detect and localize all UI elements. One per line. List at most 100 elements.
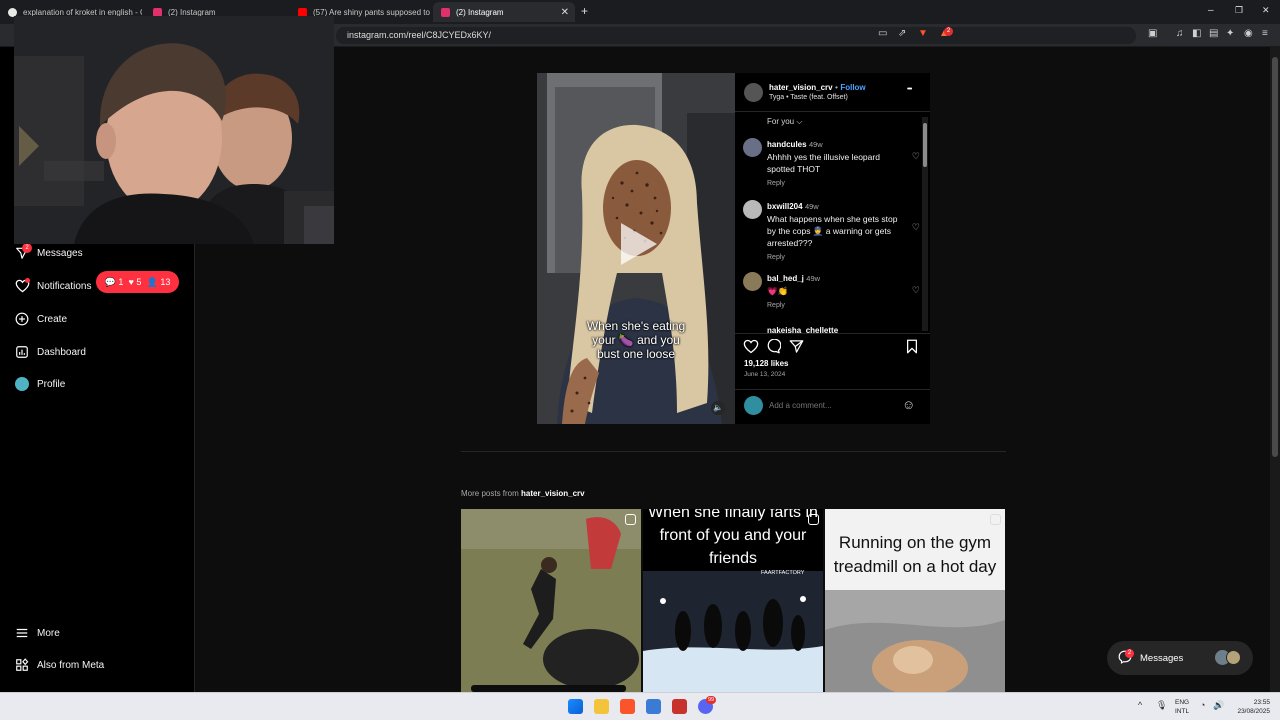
more-post-thumb[interactable]: Running on the gym treadmill on a hot da…: [825, 509, 1005, 692]
comment-count-value: 1: [118, 276, 124, 287]
follow-count-value: 13: [160, 276, 171, 287]
comment-body: bal_hed_j 49w 💗👏 Reply: [767, 272, 907, 312]
menu-icon[interactable]: ≡: [1262, 28, 1268, 39]
person-icon: 👤: [146, 276, 158, 287]
audio-track[interactable]: Tyga • Taste (feat. Offset): [769, 94, 848, 101]
more-post-thumb[interactable]: [461, 509, 641, 692]
discord-badge: 99: [706, 696, 716, 704]
microphone-icon[interactable]: 🎙: [1156, 700, 1167, 711]
media-app-icon[interactable]: [672, 699, 687, 714]
follow-button[interactable]: Follow: [840, 83, 865, 92]
comment-age: 49w: [804, 202, 819, 211]
like-count-value: 5: [136, 277, 142, 287]
brave-shield-icon[interactable]: ▼: [918, 28, 928, 39]
commenter-username[interactable]: bxwill204: [767, 202, 803, 211]
likes-count[interactable]: 19,128 likes: [744, 359, 788, 368]
plus-square-icon: [14, 311, 30, 327]
input-language[interactable]: ENG INTL: [1175, 698, 1189, 716]
caption-line: bust one loose: [596, 347, 676, 361]
mute-toggle-icon[interactable]: 🔈: [711, 401, 725, 415]
like-button[interactable]: [743, 339, 759, 359]
tab-instagram-active[interactable]: (2) Instagram ✕: [433, 2, 575, 22]
caption-line: When she's eating: [586, 319, 686, 333]
vpn-icon[interactable]: ◉: [1244, 28, 1253, 39]
commenter-username[interactable]: handcules: [767, 140, 807, 149]
more-post-thumb[interactable]: When she finally farts in front of you a…: [643, 509, 823, 692]
bookmark-icon: [907, 339, 917, 354]
commenter-avatar[interactable]: [743, 138, 762, 157]
author-username[interactable]: hater_vision_crv: [769, 83, 833, 92]
wifi-icon[interactable]: ◔: [1200, 700, 1205, 710]
media-icon[interactable]: ♫: [1176, 28, 1184, 39]
comments-scrollbar[interactable]: [922, 117, 928, 331]
header-separator: •: [834, 82, 838, 92]
more-options-button[interactable]: •••: [907, 86, 912, 93]
sidebar-item-profile[interactable]: Profile: [14, 376, 65, 392]
sidebar-item-label: Messages: [37, 247, 83, 259]
messages-float-badge: 2: [1125, 649, 1134, 658]
more-posts-username[interactable]: hater_vision_crv: [521, 489, 585, 498]
close-window-button[interactable]: ✕: [1262, 5, 1270, 16]
rewards-badge: 2: [944, 27, 953, 36]
comment-text: What happens when she gets stop by the c…: [767, 214, 898, 248]
sidebar-item-create[interactable]: Create: [14, 311, 67, 327]
post-date[interactable]: June 13, 2024: [744, 371, 785, 378]
notepad-icon[interactable]: [646, 699, 661, 714]
like-comment-icon[interactable]: ♡: [912, 285, 920, 296]
filter-label: For you: [767, 117, 795, 126]
follow-count: 👤 13: [147, 277, 171, 288]
scrollbar-thumb[interactable]: [1272, 57, 1278, 457]
comment-input-divider: [735, 389, 930, 390]
caption-line: your 🍆 and you: [592, 333, 680, 347]
system-clock[interactable]: 23:55 23/08/2025: [1228, 698, 1270, 716]
sidebar-item-more[interactable]: More: [14, 625, 60, 641]
file-explorer-icon[interactable]: [594, 699, 609, 714]
reader-icon[interactable]: ▣: [1148, 28, 1157, 39]
add-comment-input[interactable]: [769, 398, 894, 413]
close-tab-icon[interactable]: ✕: [561, 7, 569, 18]
commenter-avatar[interactable]: [743, 200, 762, 219]
save-button[interactable]: [905, 339, 919, 359]
like-comment-icon[interactable]: ♡: [912, 151, 920, 162]
brave-browser-icon[interactable]: [620, 699, 635, 714]
windows-start-icon[interactable]: [568, 699, 583, 714]
reel-video[interactable]: When she's eating your 🍆 and you bust on…: [537, 73, 735, 424]
notification-summary-pill[interactable]: 💬 1 ♥ 5 👤 13: [96, 271, 179, 293]
share-icon[interactable]: ⇗: [898, 28, 906, 39]
sidebar-toggle-icon[interactable]: ◧: [1192, 28, 1201, 39]
tray-overflow-icon[interactable]: ^: [1138, 700, 1142, 710]
url-field[interactable]: instagram.com/reel/C8JCYEDx6KY/: [336, 27, 1136, 44]
volume-icon[interactable]: 🔊: [1213, 700, 1224, 711]
sidebar-item-also-from-meta[interactable]: Also from Meta: [14, 657, 104, 673]
leo-icon[interactable]: ✦: [1226, 28, 1234, 39]
new-tab-button[interactable]: +: [581, 4, 588, 18]
comment-filter-dropdown[interactable]: For you ⌵: [767, 117, 802, 127]
page-scrollbar[interactable]: [1270, 47, 1280, 692]
thumb-image: [825, 590, 1005, 692]
author-avatar[interactable]: [744, 83, 763, 102]
messages-float-button[interactable]: Messages 2: [1107, 641, 1253, 675]
clock-date: 23/08/2025: [1237, 708, 1270, 715]
comment-button[interactable]: [766, 338, 782, 359]
sidebar-item-label: Notifications: [37, 280, 92, 292]
commenter-avatar[interactable]: [743, 272, 762, 291]
sidebar-item-label: More: [37, 627, 60, 639]
thumb-caption: Running on the gym treadmill on a hot da…: [833, 533, 997, 576]
cast-icon[interactable]: ▭: [878, 28, 887, 39]
reply-button[interactable]: Reply: [767, 178, 907, 190]
avatar-icon: [14, 376, 30, 392]
comments-scrollbar-thumb[interactable]: [923, 123, 927, 167]
reply-button[interactable]: Reply: [767, 300, 907, 312]
keyboard-layout: INTL: [1175, 708, 1190, 715]
minimize-button[interactable]: –: [1208, 5, 1214, 16]
reel-icon: [990, 514, 1001, 525]
maximize-button[interactable]: ❐: [1235, 5, 1243, 16]
share-button[interactable]: [789, 339, 804, 359]
wallet-icon[interactable]: ▤: [1209, 28, 1218, 39]
sidebar-item-dashboard[interactable]: Dashboard: [14, 344, 86, 360]
more-posts-prefix: More posts from: [461, 489, 519, 498]
commenter-username[interactable]: bal_hed_j: [767, 274, 804, 283]
reply-button[interactable]: Reply: [767, 252, 907, 264]
emoji-picker-icon[interactable]: ☺: [902, 398, 915, 412]
like-comment-icon[interactable]: ♡: [912, 222, 920, 233]
